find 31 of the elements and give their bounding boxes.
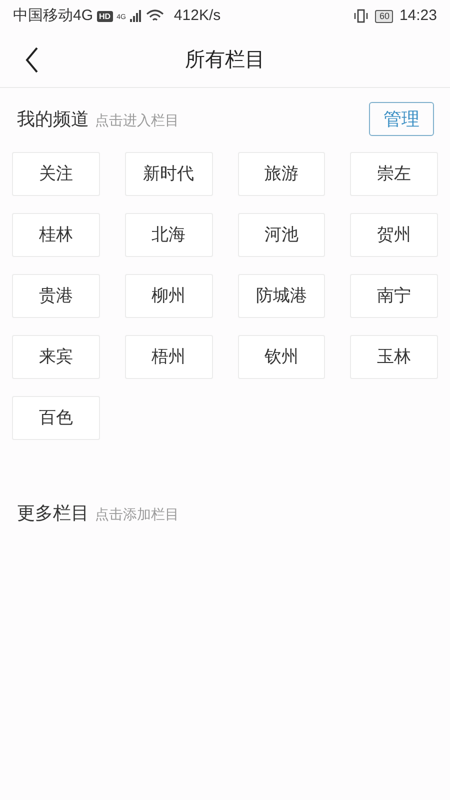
channel-item[interactable]: 防城港: [238, 274, 326, 318]
channel-item[interactable]: 梧州: [124, 335, 212, 379]
hd-badge: HD: [97, 10, 113, 22]
vibrate-icon: [353, 9, 370, 23]
channel-item[interactable]: 贺州: [350, 213, 438, 257]
channel-item[interactable]: 河池: [238, 213, 326, 257]
channel-item[interactable]: 百色: [12, 396, 100, 440]
section-title: 我的频道: [17, 108, 89, 130]
wifi-icon: [146, 9, 164, 23]
channel-item[interactable]: 玉林: [350, 335, 438, 379]
section-hint: 点击添加栏目: [95, 505, 179, 524]
network-speed: 412K/s: [174, 6, 221, 26]
channel-item[interactable]: 南宁: [350, 274, 438, 318]
section-hint: 点击进入栏目: [95, 110, 179, 130]
page-title: 所有栏目: [185, 48, 265, 72]
section-title: 更多栏目: [17, 502, 89, 525]
channel-item[interactable]: 新时代: [124, 152, 212, 196]
channel-item[interactable]: 贵港: [12, 274, 100, 318]
channel-item[interactable]: 关注: [12, 152, 100, 196]
channel-item[interactable]: 桂林: [12, 213, 100, 257]
channel-item[interactable]: 旅游: [238, 152, 326, 196]
back-icon: [25, 46, 39, 72]
channel-item[interactable]: 北海: [124, 213, 212, 257]
signal-icon: [130, 10, 142, 22]
carrier-name: 中国移动4G: [13, 6, 94, 26]
clock: 14:23: [399, 6, 437, 26]
channel-item[interactable]: 来宾: [12, 335, 100, 379]
channel-item[interactable]: 崇左: [350, 152, 438, 196]
battery-indicator: 60: [375, 10, 394, 22]
channel-item[interactable]: 钦州: [238, 335, 326, 379]
channel-item[interactable]: 柳州: [124, 274, 212, 318]
